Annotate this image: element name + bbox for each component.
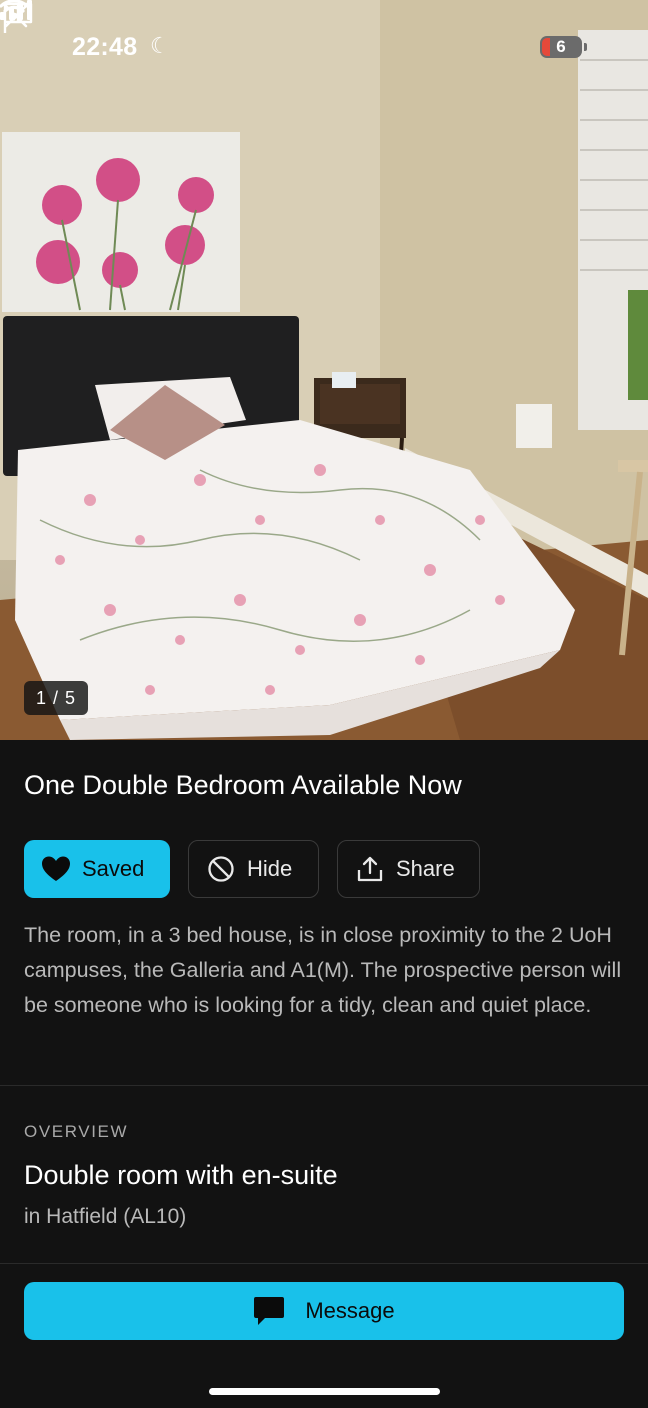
saved-button[interactable]: Saved: [24, 840, 170, 898]
share-label: Share: [396, 856, 455, 881]
hide-label: Hide: [247, 856, 293, 881]
section-divider: [0, 1085, 648, 1086]
heart-icon: [42, 856, 70, 881]
battery-tip: [584, 43, 587, 51]
saved-label: Saved: [82, 856, 145, 881]
hide-button[interactable]: Hide: [188, 840, 319, 898]
chat-bubble-icon: [254, 1297, 285, 1325]
room-type: Double room with en-suite: [24, 1160, 338, 1190]
listing-title: One Double Bedroom Available Now: [24, 770, 462, 800]
status-time: 22:48: [72, 33, 138, 61]
overview-heading: OVERVIEW: [24, 1122, 129, 1141]
listing-actions: Saved Hide Share: [24, 840, 480, 898]
bedroom-photo: [0, 0, 648, 740]
message-label: Message: [305, 1298, 395, 1323]
home-indicator: [209, 1388, 440, 1395]
share-icon: [357, 856, 383, 882]
room-location: in Hatfield (AL10): [24, 1205, 187, 1228]
photo-counter: 1 / 5: [24, 681, 89, 715]
message-button[interactable]: Message: [24, 1282, 624, 1340]
battery-icon: 6: [540, 36, 582, 58]
listing-photo[interactable]: 22:48 ☾ 6 1 / 5: [0, 0, 648, 740]
battery-level: 6: [556, 37, 566, 56]
report-flag-icon[interactable]: [0, 0, 36, 36]
share-button[interactable]: Share: [337, 840, 480, 898]
footer-divider: [0, 1263, 648, 1264]
status-bar: 22:48 ☾ 6: [0, 0, 648, 96]
moon-icon: ☾: [150, 33, 170, 58]
block-icon: [208, 856, 234, 882]
listing-description: The room, in a 3 bed house, is in close …: [24, 923, 622, 1017]
